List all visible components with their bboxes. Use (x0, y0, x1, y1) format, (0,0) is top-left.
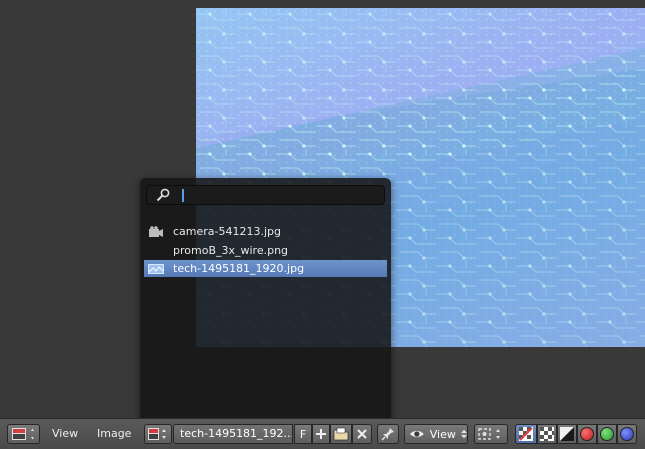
camera-icon (148, 225, 164, 239)
list-item-promo[interactable]: promoB_3x_wire.png (144, 242, 387, 259)
mode-dropdown[interactable]: View (404, 424, 468, 444)
pivot-icon (478, 428, 500, 440)
editor-type-button[interactable] (7, 424, 40, 444)
image-name-field[interactable]: tech-1495181_192... (173, 424, 293, 444)
pivot-dropdown[interactable] (474, 424, 508, 444)
view-menu[interactable]: View (52, 427, 78, 440)
new-image-button[interactable] (312, 424, 330, 444)
search-icon (156, 188, 170, 202)
folder-icon (333, 427, 349, 441)
channel-green-button[interactable] (597, 424, 617, 444)
green-channel-icon (600, 427, 614, 441)
fake-user-button[interactable]: F (294, 424, 312, 444)
pin-icon (381, 428, 394, 441)
unlink-image-button[interactable] (352, 424, 372, 444)
list-item-label: camera-541213.jpg (173, 225, 282, 238)
channel-blue-button[interactable] (617, 424, 637, 444)
list-item-label: promoB_3x_wire.png (173, 244, 289, 257)
image-editor-icon (11, 428, 34, 440)
mode-label: View (429, 427, 456, 441)
plus-icon (316, 429, 326, 439)
draw-zbuffer-button[interactable] (557, 424, 577, 444)
red-channel-icon (580, 427, 594, 441)
blue-channel-icon (620, 427, 634, 441)
browse-image-button[interactable] (144, 424, 172, 444)
list-item-tech-selected[interactable]: tech-1495181_1920.jpg (144, 260, 387, 277)
search-field[interactable] (146, 185, 385, 205)
draw-color-alpha-button[interactable] (515, 424, 537, 444)
close-icon (357, 429, 367, 439)
image-menu[interactable]: Image (97, 427, 131, 440)
image-browse-icon (148, 428, 166, 440)
color-alpha-icon (519, 427, 533, 441)
browse-image-popup: camera-541213.jpg promoB_3x_wire.png tec… (140, 178, 391, 426)
list-item-camera[interactable]: camera-541213.jpg (144, 223, 387, 240)
open-image-button[interactable] (330, 424, 352, 444)
zbuffer-icon (560, 427, 574, 441)
pin-image-button[interactable] (377, 424, 399, 444)
draw-alpha-button[interactable] (537, 424, 557, 444)
list-item-label: tech-1495181_1920.jpg (173, 262, 305, 275)
image-icon (148, 262, 164, 276)
channel-red-button[interactable] (577, 424, 597, 444)
header-bar: View Image tech-1495181_192... F View (0, 418, 645, 449)
chevron-updown-icon (460, 429, 467, 439)
search-input[interactable] (173, 188, 378, 202)
eye-icon (409, 430, 424, 438)
checker-icon (540, 427, 554, 441)
